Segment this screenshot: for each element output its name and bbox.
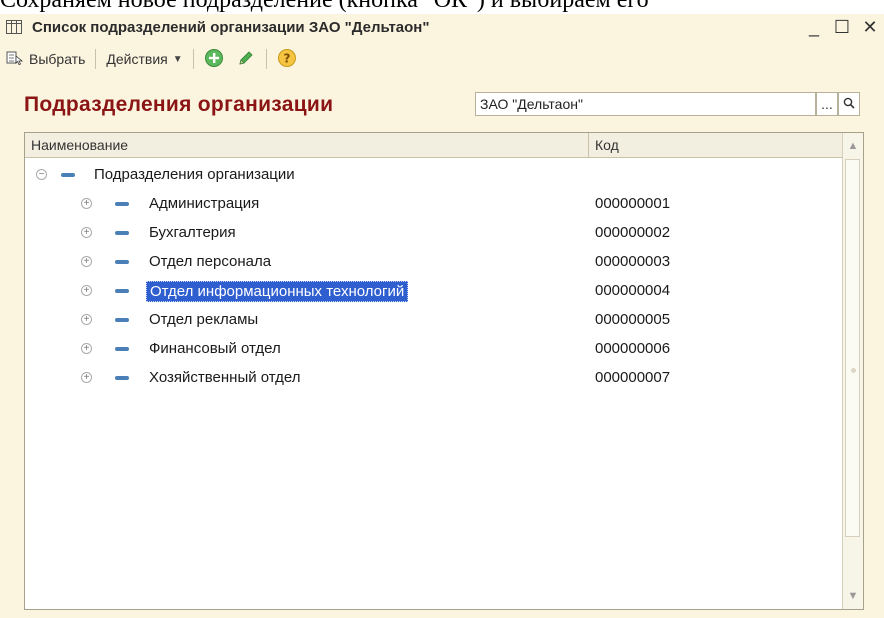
expand-icon[interactable]: + [81, 372, 92, 383]
title-bar[interactable]: Список подразделений организации ЗАО "Де… [0, 14, 884, 40]
section-title: Подразделения организации [24, 93, 334, 116]
maximize-button[interactable]: ☐ [828, 14, 856, 40]
svg-text:?: ? [283, 51, 290, 65]
dialog-window: Список подразделений организации ЗАО "Де… [0, 14, 884, 618]
toolbar-separator [192, 49, 194, 69]
organization-input[interactable]: ЗАО "Дельтаон" [475, 92, 816, 116]
expand-icon[interactable]: + [81, 256, 92, 267]
help-icon: ? [277, 48, 297, 71]
row-name: Подразделения организации [94, 166, 295, 183]
help-button[interactable]: ? [271, 46, 303, 72]
actions-menu-label: Действия [106, 51, 168, 67]
collapse-icon[interactable]: − [36, 169, 47, 180]
add-icon [204, 48, 224, 71]
expand-icon[interactable]: + [81, 227, 92, 238]
organization-open-button[interactable] [838, 92, 860, 116]
group-icon [115, 231, 129, 235]
table-row[interactable]: + Финансовый отдел 000000006 [25, 335, 843, 364]
row-name: Отдел информационных технологий [146, 281, 409, 302]
row-code: 000000004 [595, 282, 671, 299]
expand-icon[interactable]: + [81, 314, 92, 325]
group-icon [115, 260, 129, 264]
row-name: Отдел персонала [149, 253, 272, 270]
window-title: Список подразделений организации ЗАО "Де… [32, 18, 430, 36]
table-row[interactable]: + Отдел рекламы 000000005 [25, 306, 843, 335]
toolbar-separator [265, 49, 267, 69]
group-icon [115, 202, 129, 206]
row-name: Финансовый отдел [149, 340, 281, 357]
scrollbar-thumb[interactable] [845, 159, 860, 537]
table-body: − Подразделения организации + Администра… [25, 161, 843, 393]
row-code: 000000007 [595, 369, 671, 386]
table-header: Наименование Код [25, 133, 843, 158]
expand-icon[interactable]: + [81, 343, 92, 354]
row-code: 000000002 [595, 224, 671, 241]
row-code: 000000001 [595, 195, 671, 212]
group-icon [115, 289, 129, 293]
select-button-label: Выбрать [29, 51, 86, 67]
table-row-selected[interactable]: + Отдел информационных технологий 000000… [25, 277, 843, 306]
group-icon [61, 173, 75, 177]
list-window-icon [6, 20, 22, 34]
toolbar: Выбрать Действия ▼ ? [0, 44, 884, 74]
tree-root-row[interactable]: − Подразделения организации [25, 161, 843, 190]
table-row[interactable]: + Администрация 000000001 [25, 190, 843, 219]
row-name: Администрация [149, 195, 260, 212]
row-name: Отдел рекламы [149, 311, 259, 328]
actions-menu-button[interactable]: Действия ▼ [100, 46, 188, 72]
edit-button[interactable] [230, 46, 262, 72]
group-icon [115, 347, 129, 351]
column-header-name[interactable]: Наименование [25, 133, 589, 157]
row-code: 000000003 [595, 253, 671, 270]
row-name: Хозяйственный отдел [149, 369, 301, 386]
departments-tree-table[interactable]: Наименование Код − Подразделения организ… [24, 132, 864, 610]
table-row[interactable]: + Бухгалтерия 000000002 [25, 219, 843, 248]
scroll-down-arrow-icon[interactable]: ▼ [843, 585, 863, 607]
document-caption: Сохраняем новое подразделение (кнопка "О… [0, 0, 649, 13]
scroll-up-arrow-icon[interactable]: ▲ [843, 135, 863, 157]
minimize-button[interactable]: _ [800, 14, 828, 40]
vertical-scrollbar[interactable]: ▲ ▼ [842, 133, 863, 609]
table-row[interactable]: + Хозяйственный отдел 000000007 [25, 364, 843, 393]
edit-pencil-icon [236, 48, 256, 71]
row-name: Бухгалтерия [149, 224, 236, 241]
column-header-code[interactable]: Код [589, 133, 843, 157]
search-icon [843, 96, 855, 112]
expand-icon[interactable]: + [81, 285, 92, 296]
dropdown-caret-icon: ▼ [172, 53, 183, 65]
add-button[interactable] [198, 46, 230, 72]
expand-icon[interactable]: + [81, 198, 92, 209]
organization-select-button[interactable]: ... [816, 92, 838, 116]
close-button[interactable]: ✕ [856, 14, 884, 40]
row-code: 000000006 [595, 340, 671, 357]
select-arrow-icon [6, 50, 24, 69]
row-code: 000000005 [595, 311, 671, 328]
group-icon [115, 376, 129, 380]
table-row[interactable]: + Отдел персонала 000000003 [25, 248, 843, 277]
scrollbar-grip-icon [851, 368, 856, 373]
select-button[interactable]: Выбрать [0, 46, 91, 72]
group-icon [115, 318, 129, 322]
toolbar-separator [95, 49, 97, 69]
